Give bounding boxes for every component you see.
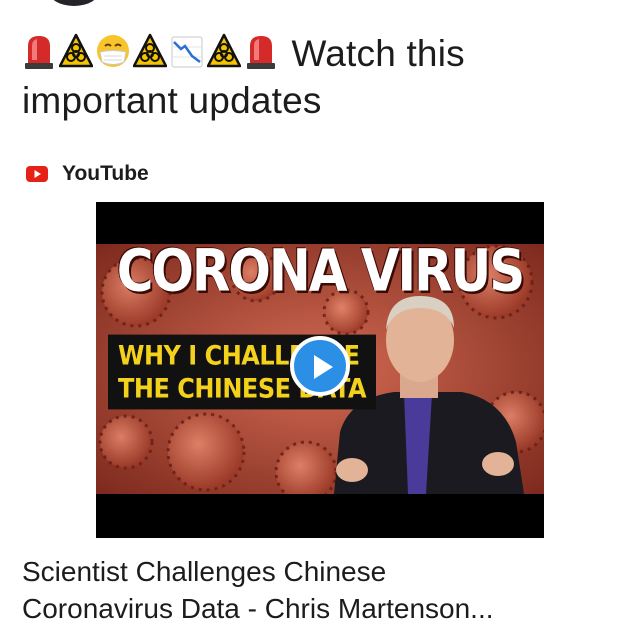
play-icon	[314, 355, 333, 379]
youtube-icon	[26, 166, 48, 182]
face-with-mask-icon	[96, 32, 130, 70]
emoji-row	[22, 33, 291, 74]
source-name: YouTube	[62, 162, 149, 185]
rotating-light-icon	[22, 32, 56, 70]
post-card: Watch this important updates YouTube COR…	[0, 0, 640, 640]
biohazard-icon	[59, 32, 93, 70]
chart-decreasing-icon	[170, 32, 204, 70]
thumbnail-title: CORONA VIRUS	[116, 237, 526, 305]
play-button[interactable]	[290, 336, 350, 396]
avatar[interactable]	[48, 0, 100, 6]
biohazard-icon	[133, 32, 167, 70]
link-source[interactable]: YouTube	[26, 160, 149, 188]
post-text-line2: important updates	[22, 80, 322, 121]
link-title-line1: Scientist Challenges Chinese	[22, 556, 387, 587]
link-title-line2: Coronavirus Data - Chris Martenson...	[22, 593, 494, 624]
rotating-light-icon	[244, 32, 278, 70]
biohazard-icon	[207, 32, 241, 70]
video-thumbnail[interactable]: CORONA VIRUS WHY I CHALLENGE THE CHINESE…	[96, 202, 544, 538]
link-title[interactable]: Scientist Challenges Chinese Coronavirus…	[22, 553, 622, 627]
post-text: Watch this important updates	[22, 30, 612, 124]
post-text-line1: Watch this	[291, 33, 465, 74]
